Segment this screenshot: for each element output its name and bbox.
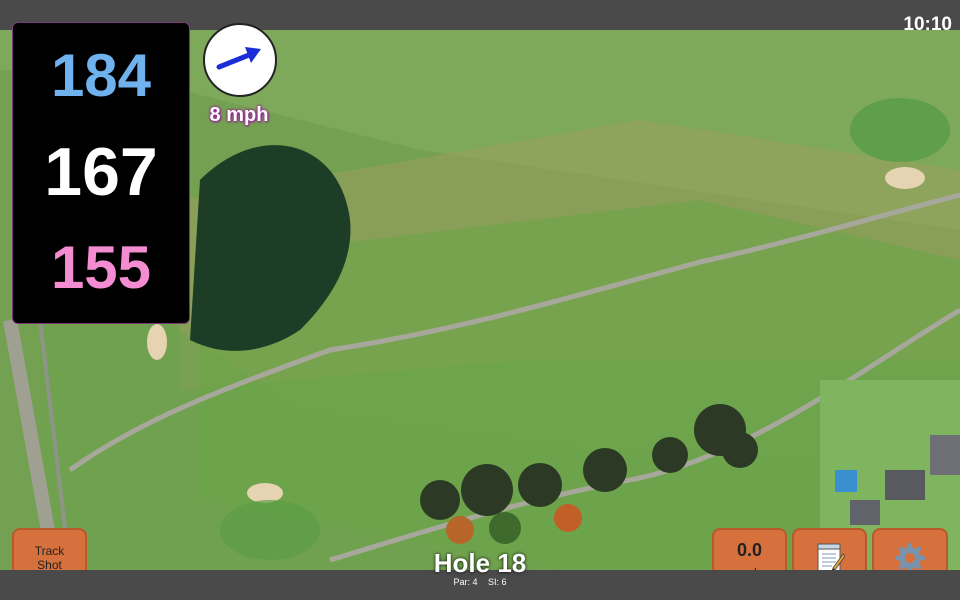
wind-arrow-icon: [216, 47, 261, 70]
hole-stroke-index: SI: 6: [488, 577, 507, 587]
hole-title: Hole 18: [433, 548, 527, 578]
hole-par: Par: 4: [453, 577, 478, 587]
distance-front: 155: [50, 234, 152, 301]
wind-speed-value: 0.0: [736, 540, 763, 560]
wind-direction-indicator: [203, 23, 277, 97]
distance-back: 184: [50, 42, 152, 109]
distance-panel: 184 167 155: [12, 22, 190, 324]
wind-speed-label: 8 mph: [209, 104, 269, 126]
track-shot-label: Track Shot: [34, 544, 65, 572]
distance-middle: 167: [44, 134, 158, 210]
hole-info: Par: 4 SI: 6: [380, 577, 580, 587]
